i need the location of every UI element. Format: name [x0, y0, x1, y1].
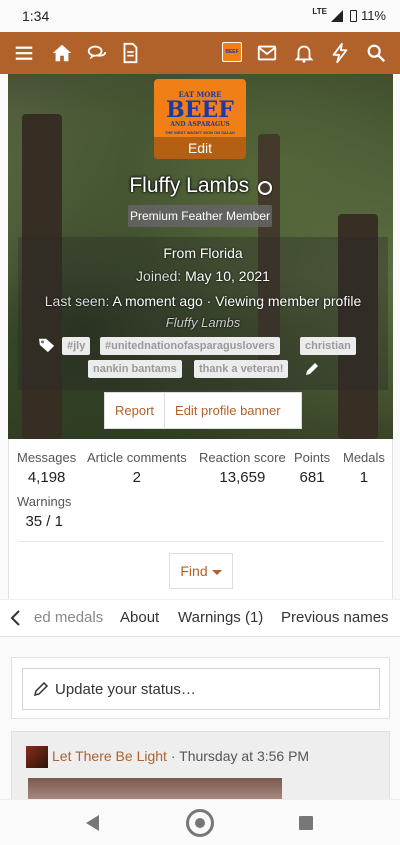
banner-actions: Report Edit profile banner	[104, 392, 302, 429]
post-author-link[interactable]: Let There Be Light	[52, 748, 167, 764]
battery-level: 11%	[360, 8, 386, 23]
joined-label: Joined:	[136, 268, 182, 284]
system-navigation	[0, 799, 400, 845]
profile-tabs: ed medals About Warnings (1) Previous na…	[0, 599, 400, 637]
avatar-edit-button[interactable]: Edit	[154, 137, 246, 159]
tab-previous-names[interactable]: Previous names	[281, 609, 389, 626]
last-seen-row: Last seen: A moment ago · Viewing member…	[18, 293, 388, 309]
avatar-line: BEEF	[166, 97, 234, 123]
stat-label: Reaction score	[199, 450, 286, 465]
menu-icon[interactable]	[12, 41, 36, 65]
edit-profile-banner-button[interactable]: Edit profile banner	[164, 393, 291, 428]
tab-about[interactable]: About	[120, 609, 159, 626]
stat-value: 681	[299, 469, 325, 486]
tab-warnings[interactable]: Warnings (1)	[178, 609, 263, 626]
find-label: Find	[180, 563, 208, 579]
home-button-icon[interactable]	[186, 809, 214, 837]
bell-icon[interactable]	[292, 41, 316, 65]
stat-value: 2	[132, 469, 142, 486]
stat-value: 1	[359, 469, 369, 486]
joined-row: Joined: May 10, 2021	[18, 268, 388, 284]
username: Fluffy Lambs	[129, 174, 250, 197]
user-title-badge: Premium Feather Member	[128, 205, 272, 227]
stat-label: Points	[294, 450, 331, 465]
status-placeholder: Update your status…	[55, 680, 196, 698]
battery-icon	[349, 9, 357, 22]
last-seen-value: A moment ago · Viewing member profile	[112, 293, 362, 309]
report-button[interactable]: Report	[105, 393, 164, 428]
tag-chip[interactable]: #jly	[62, 337, 91, 355]
chevron-down-icon	[211, 569, 222, 575]
avatar[interactable]: BEEF	[222, 42, 242, 62]
tag-chip[interactable]: #unitednationofasparaguslovers	[100, 337, 280, 355]
post-separator: ·	[166, 748, 180, 764]
network-type: LTE	[312, 7, 327, 16]
stat-label: Article comments	[87, 450, 187, 465]
post-meta: Let There Be Light · Thursday at 3:56 PM	[52, 748, 309, 764]
tag-chip[interactable]: nankin bantams	[88, 360, 182, 378]
find-button[interactable]: Find	[169, 553, 233, 589]
edit-tags-icon[interactable]	[304, 361, 320, 377]
tag-icon	[39, 338, 55, 353]
status-indicators: LTE 11%	[312, 7, 386, 23]
stat-points[interactable]: Points 681	[294, 450, 330, 486]
member-stats: Messages 4,198 Article comments 2 Reacti…	[8, 439, 393, 599]
search-icon[interactable]	[364, 41, 388, 65]
stat-medals[interactable]: Medals 1	[343, 450, 385, 486]
stat-article-comments[interactable]: Article comments 2	[87, 450, 187, 486]
post-time[interactable]: Thursday at 3:56 PM	[179, 748, 309, 764]
tag-chip[interactable]: thank a veteran!	[194, 360, 289, 378]
signature: Fluffy Lambs	[165, 315, 241, 330]
home-icon[interactable]	[50, 41, 74, 65]
document-icon[interactable]	[118, 41, 142, 65]
stat-label: Medals	[343, 450, 385, 465]
stat-label: Messages	[17, 450, 77, 465]
avatar-line: THE WEST WASN'T WON ON SALAD	[164, 130, 236, 135]
app-navbar: BEEF	[0, 32, 400, 74]
mail-icon[interactable]	[255, 41, 279, 65]
signal-icon	[330, 9, 343, 22]
stat-messages[interactable]: Messages 4,198	[17, 450, 76, 486]
tag-chip[interactable]: christian	[300, 337, 356, 355]
status-time: 1:34	[22, 8, 50, 24]
joined-date: May 10, 2021	[185, 268, 270, 284]
stat-label: Warnings	[17, 494, 72, 509]
history-icon[interactable]	[257, 180, 272, 195]
post-author-avatar[interactable]	[26, 746, 48, 768]
profile-avatar[interactable]: EAT MORE BEEF AND ASPARAGUS THE WEST WAS…	[154, 79, 246, 159]
stat-warnings[interactable]: Warnings 35 / 1	[17, 494, 71, 530]
username-row: Fluffy Lambs	[8, 174, 393, 198]
recents-icon[interactable]	[299, 816, 313, 830]
chevron-left-icon[interactable]	[6, 608, 26, 628]
location: From Florida	[163, 245, 243, 261]
status-bar: 1:34 LTE 11%	[0, 0, 400, 32]
last-seen-label: Last seen:	[44, 293, 110, 309]
stat-value: 13,659	[219, 469, 266, 486]
chat-icon[interactable]	[85, 41, 109, 65]
tab-medals[interactable]: ed medals	[34, 609, 103, 626]
back-icon[interactable]	[86, 815, 99, 831]
status-update-card: Update your status…	[11, 657, 390, 719]
lightning-icon[interactable]	[328, 41, 352, 65]
stat-reaction-score[interactable]: Reaction score 13,659	[199, 450, 286, 486]
status-input[interactable]: Update your status…	[22, 668, 380, 710]
divider	[19, 541, 384, 542]
profile-banner: EAT MORE BEEF AND ASPARAGUS THE WEST WAS…	[8, 74, 393, 439]
pencil-icon	[33, 681, 49, 697]
stat-value: 4,198	[27, 469, 66, 486]
stat-value: 35 / 1	[25, 513, 63, 530]
